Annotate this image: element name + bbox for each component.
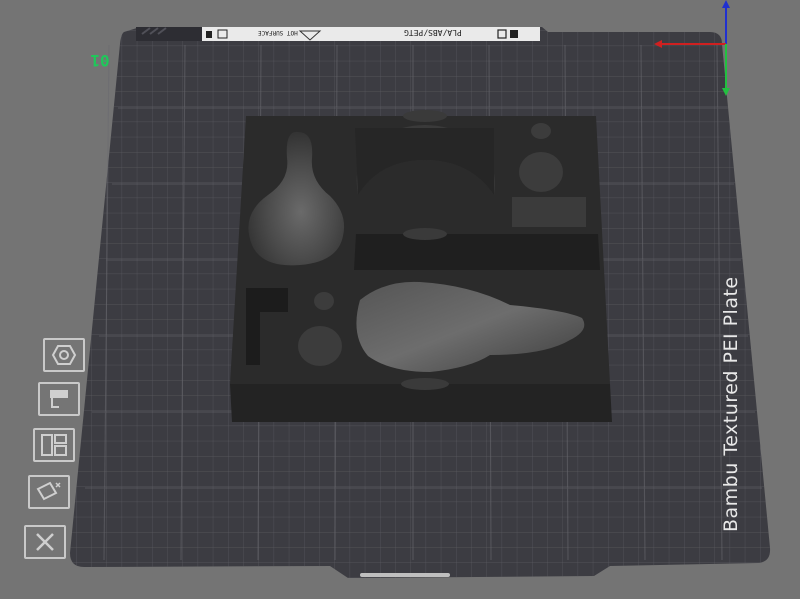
3d-viewport[interactable]: [0, 0, 800, 599]
close-icon: [33, 530, 57, 554]
rotate-plate-icon: [34, 479, 64, 505]
plate-number: 01: [90, 51, 110, 70]
tray-model[interactable]: [230, 110, 612, 422]
hot-surface-label: HOT SURFACE: [258, 29, 298, 36]
orient-button[interactable]: [43, 338, 85, 372]
remove-button[interactable]: [24, 525, 66, 559]
arrange-button[interactable]: [33, 428, 75, 462]
auto-orient-button[interactable]: [28, 475, 70, 509]
filament-label: PLA/ABS/PETG: [404, 28, 462, 37]
bucket-icon: [47, 387, 71, 411]
layout-grid-icon: [40, 433, 68, 457]
auto-place-button[interactable]: [38, 382, 80, 416]
hexagon-nut-icon: [51, 344, 77, 366]
plate-name-label: Bambu Textured PEI Plate: [720, 276, 742, 532]
